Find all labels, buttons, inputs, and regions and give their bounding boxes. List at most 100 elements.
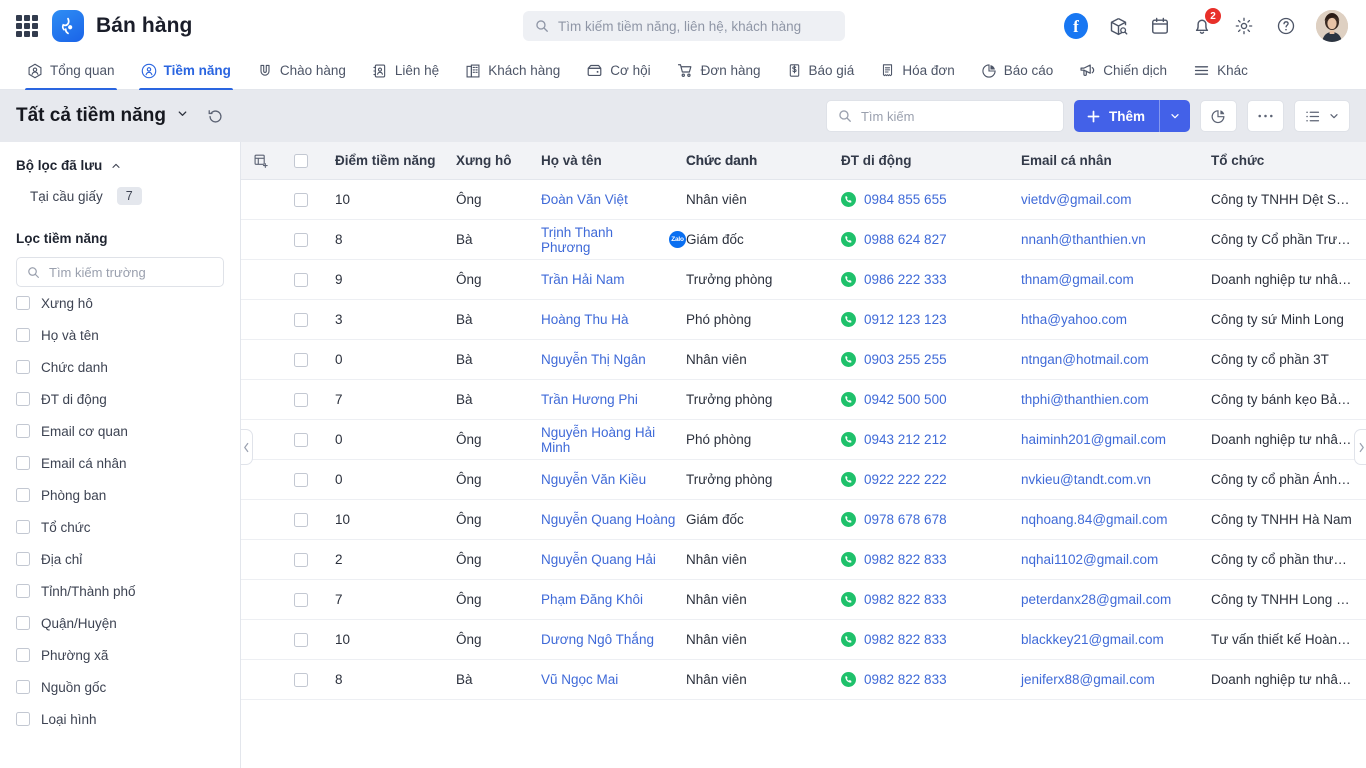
table-row[interactable]: 10 Ông Dương Ngô Thắng Nhân viên 0982 822 83… xyxy=(241,620,1366,660)
checkbox[interactable] xyxy=(16,488,30,502)
lead-name-link[interactable]: Hoàng Thu Hà xyxy=(541,312,629,327)
phone-link[interactable]: 0942 500 500 xyxy=(864,392,947,407)
chart-view-button[interactable] xyxy=(1200,100,1237,132)
email-link[interactable]: nnanh@thanthien.vn xyxy=(1021,232,1146,247)
column-header-honorific[interactable]: Xưng hô xyxy=(456,153,541,168)
nav-item-tong-quan[interactable]: Tổng quan xyxy=(14,52,128,90)
phone-link[interactable]: 0978 678 678 xyxy=(864,512,947,527)
table-row[interactable]: 3 Bà Hoàng Thu Hà Phó phòng 0912 123 123 htha… xyxy=(241,300,1366,340)
sidebar-collapse-handle[interactable] xyxy=(241,429,253,465)
checkbox[interactable] xyxy=(16,584,30,598)
refresh-icon[interactable] xyxy=(207,108,224,125)
more-actions-button[interactable] xyxy=(1247,100,1284,132)
email-link[interactable]: ntngan@hotmail.com xyxy=(1021,352,1149,367)
row-checkbox[interactable] xyxy=(281,512,321,527)
nav-item-don-hang[interactable]: Đơn hàng xyxy=(664,52,774,89)
phone-link[interactable]: 0986 222 333 xyxy=(864,272,947,287)
filter-field-phuong-xa[interactable]: Phường xã xyxy=(16,639,224,671)
calendar-icon[interactable] xyxy=(1148,14,1172,38)
add-button[interactable]: Thêm xyxy=(1073,100,1190,132)
email-link[interactable]: thphi@thanthien.com xyxy=(1021,392,1149,407)
checkbox[interactable] xyxy=(16,296,30,310)
filter-field-chuc-danh[interactable]: Chức danh xyxy=(16,351,224,383)
table-row[interactable]: 7 Ông Phạm Đăng Khôi Nhân viên 0982 822 833 p… xyxy=(241,580,1366,620)
checkbox[interactable] xyxy=(16,520,30,534)
filter-field-phong-ban[interactable]: Phòng ban xyxy=(16,479,224,511)
nav-item-khach-hang[interactable]: Khách hàng xyxy=(452,52,573,89)
filter-field-email-co-quan[interactable]: Email cơ quan xyxy=(16,415,224,447)
checkbox[interactable] xyxy=(16,328,30,342)
nav-item-bao-gia[interactable]: Báo giá xyxy=(774,52,868,89)
email-link[interactable]: jeniferx88@gmail.com xyxy=(1021,672,1155,687)
filter-field-dia-chi[interactable]: Địa chỉ xyxy=(16,543,224,575)
field-search-input[interactable]: Tìm kiếm trường xyxy=(16,257,224,287)
table-row[interactable]: 8 Bà Trịnh Thanh Phương Zalo Giám đốc 0988 62… xyxy=(241,220,1366,260)
row-checkbox[interactable] xyxy=(281,232,321,247)
checkbox[interactable] xyxy=(16,648,30,662)
app-logo-icon[interactable] xyxy=(52,10,84,42)
nav-item-chao-hang[interactable]: Chào hàng xyxy=(244,52,359,89)
filter-field-nguon-goc[interactable]: Nguồn gốc xyxy=(16,671,224,703)
phone-link[interactable]: 0982 822 833 xyxy=(864,552,947,567)
filter-field-loai-hinh[interactable]: Loại hình xyxy=(16,703,224,735)
phone-link[interactable]: 0943 212 212 xyxy=(864,432,947,447)
search-input[interactable]: Tìm kiếm xyxy=(825,100,1064,132)
view-mode-button[interactable] xyxy=(1294,100,1350,132)
table-row[interactable]: 0 Ông Nguyễn Văn Kiều Trưởng phòng 0922 222 … xyxy=(241,460,1366,500)
saved-filter-item[interactable]: Tại cầu giấy 7 xyxy=(30,187,224,205)
table-row[interactable]: 9 Ông Trần Hải Nam Trưởng phòng 0986 222 333… xyxy=(241,260,1366,300)
checkbox[interactable] xyxy=(16,712,30,726)
checkbox[interactable] xyxy=(16,552,30,566)
column-header-phone[interactable]: ĐT di động xyxy=(841,153,1021,168)
lead-name-link[interactable]: Phạm Đăng Khôi xyxy=(541,592,643,607)
lead-name-link[interactable]: Nguyễn Quang Hải xyxy=(541,552,656,567)
email-link[interactable]: haiminh201@gmail.com xyxy=(1021,432,1166,447)
column-header-email[interactable]: Email cá nhân xyxy=(1021,153,1211,168)
table-row[interactable]: 0 Bà Nguyễn Thị Ngân Nhân viên 0903 255 255 n… xyxy=(241,340,1366,380)
lead-name-link[interactable]: Dương Ngô Thắng xyxy=(541,632,654,647)
nav-item-khac[interactable]: Khác xyxy=(1180,52,1261,89)
lead-name-link[interactable]: Trần Hải Nam xyxy=(541,272,625,287)
row-checkbox[interactable] xyxy=(281,632,321,647)
row-checkbox[interactable] xyxy=(281,272,321,287)
email-link[interactable]: nqhai1102@gmail.com xyxy=(1021,552,1158,567)
table-row[interactable]: 8 Bà Vũ Ngọc Mai Nhân viên 0982 822 833 jenif… xyxy=(241,660,1366,700)
row-checkbox[interactable] xyxy=(281,672,321,687)
nav-item-hoa-don[interactable]: Hóa đơn xyxy=(867,52,967,89)
insert-column-icon[interactable] xyxy=(241,153,281,169)
filter-field-email-ca-nhan[interactable]: Email cá nhân xyxy=(16,447,224,479)
help-icon[interactable] xyxy=(1274,14,1298,38)
lead-name-link[interactable]: Đoàn Văn Việt xyxy=(541,192,628,207)
gear-icon[interactable] xyxy=(1232,14,1256,38)
email-link[interactable]: htha@yahoo.com xyxy=(1021,312,1127,327)
checkbox[interactable] xyxy=(16,424,30,438)
table-row[interactable]: 2 Ông Nguyễn Quang Hải Nhân viên 0982 822 83… xyxy=(241,540,1366,580)
saved-filters-header[interactable]: Bộ lọc đã lưu xyxy=(16,158,224,173)
nav-item-lien-he[interactable]: Liên hệ xyxy=(359,52,452,89)
lead-name-link[interactable]: Nguyễn Thị Ngân xyxy=(541,352,646,367)
apps-grid-icon[interactable] xyxy=(16,15,38,37)
nav-item-bao-cao[interactable]: Báo cáo xyxy=(968,52,1067,89)
filter-field-quan-huyen[interactable]: Quận/Huyện xyxy=(16,607,224,639)
row-checkbox[interactable] xyxy=(281,192,321,207)
phone-link[interactable]: 0984 855 655 xyxy=(864,192,947,207)
row-checkbox[interactable] xyxy=(281,432,321,447)
global-search-input[interactable]: Tìm kiếm tiềm năng, liên hệ, khách hàng xyxy=(523,11,845,41)
row-checkbox[interactable] xyxy=(281,392,321,407)
row-checkbox[interactable] xyxy=(281,552,321,567)
table-row[interactable]: 7 Bà Trần Hương Phi Trưởng phòng 0942 500 50… xyxy=(241,380,1366,420)
phone-link[interactable]: 0912 123 123 xyxy=(864,312,947,327)
email-link[interactable]: thnam@gmail.com xyxy=(1021,272,1134,287)
panel-expand-handle[interactable] xyxy=(1354,429,1366,465)
filter-field-dt-di-dong[interactable]: ĐT di động xyxy=(16,383,224,415)
lead-name-link[interactable]: Nguyễn Quang Hoàng xyxy=(541,512,675,527)
select-all-checkbox[interactable] xyxy=(281,153,321,168)
nav-item-tiem-nang[interactable]: Tiềm năng xyxy=(128,52,244,90)
filter-field-ho-va-ten[interactable]: Họ và tên xyxy=(16,319,224,351)
filter-field-to-chuc[interactable]: Tổ chức xyxy=(16,511,224,543)
email-link[interactable]: vietdv@gmail.com xyxy=(1021,192,1132,207)
nav-item-chien-dich[interactable]: Chiến dịch xyxy=(1066,52,1180,89)
lead-name-link[interactable]: Nguyễn Văn Kiều xyxy=(541,472,646,487)
table-row[interactable]: 0 Ông Nguyễn Hoàng Hải Minh Phó phòng 0943 2… xyxy=(241,420,1366,460)
row-checkbox[interactable] xyxy=(281,472,321,487)
